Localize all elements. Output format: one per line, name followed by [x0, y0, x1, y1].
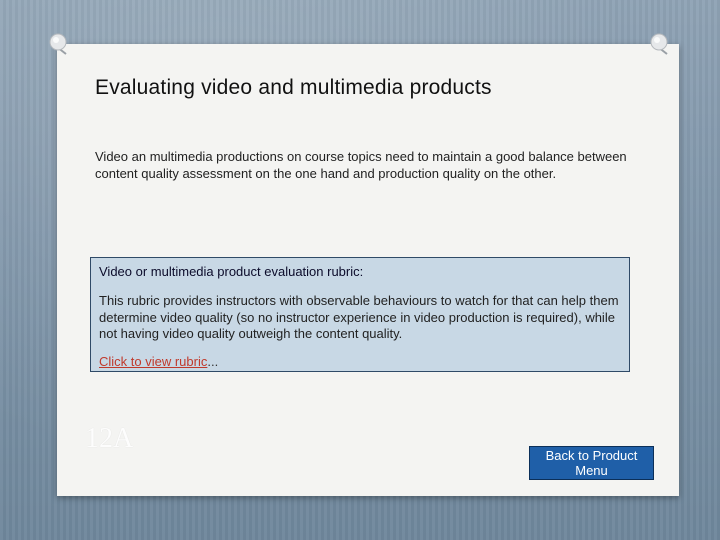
back-to-product-menu-button[interactable]: Back to Product Menu: [529, 446, 654, 480]
rubric-description: This rubric provides instructors with ob…: [99, 293, 619, 341]
pushpin-icon: [48, 31, 74, 57]
intro-paragraph: Video an multimedia productions on cours…: [95, 149, 627, 181]
rubric-box: Video or multimedia product evaluation r…: [90, 257, 630, 372]
slide-number: 12A: [85, 423, 134, 454]
pushpin-icon: [649, 31, 675, 57]
view-rubric-link[interactable]: Click to view rubric: [99, 354, 207, 369]
rubric-link-suffix: ...: [207, 353, 219, 369]
rubric-heading: Video or multimedia product evaluation r…: [99, 264, 364, 279]
slide-title: Evaluating video and multimedia products: [95, 76, 492, 99]
rubric-link-line: Click to view rubric...: [99, 354, 621, 369]
